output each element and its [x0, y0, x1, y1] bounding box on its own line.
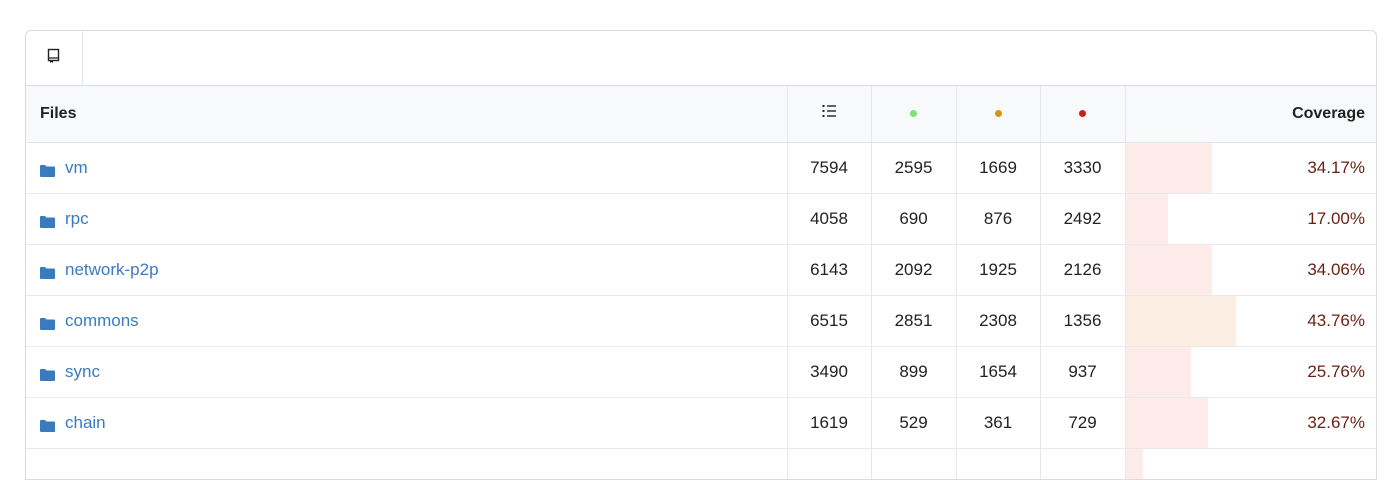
partials-cell [956, 448, 1040, 480]
lines-header[interactable] [787, 86, 871, 142]
toolbar [26, 31, 1376, 86]
coverage-header[interactable]: Coverage [1125, 86, 1377, 142]
lines-cell: 6143 [787, 244, 871, 295]
tree-toggle-icon [47, 48, 61, 69]
table-header-row: Files [26, 86, 1377, 142]
file-link[interactable]: rpc [65, 209, 89, 229]
coverage-panel: Files [25, 30, 1377, 480]
lines-cell: 1619 [787, 397, 871, 448]
coverage-value: 25.76% [1307, 362, 1365, 381]
lines-cell: 3490 [787, 346, 871, 397]
misses-cell: 2492 [1040, 193, 1125, 244]
coverage-table: Files [26, 86, 1377, 480]
folder-icon [40, 366, 55, 378]
file-link[interactable]: commons [65, 311, 139, 331]
hits-cell: 529 [871, 397, 956, 448]
file-name-cell: network-p2p [26, 244, 787, 295]
coverage-bar [1126, 398, 1208, 448]
coverage-value: 17.00% [1307, 209, 1365, 228]
hits-cell: 2851 [871, 295, 956, 346]
file-link[interactable]: network-p2p [65, 260, 159, 280]
coverage-bar [1126, 194, 1169, 244]
coverage-cell: 34.06% [1125, 244, 1377, 295]
coverage-value: 34.06% [1307, 260, 1365, 279]
file-link[interactable]: sync [65, 362, 100, 382]
table-row[interactable] [26, 448, 1377, 480]
file-name-cell: rpc [26, 193, 787, 244]
misses-cell: 3330 [1040, 142, 1125, 193]
coverage-cell: 32.67% [1125, 397, 1377, 448]
misses-cell: 937 [1040, 346, 1125, 397]
table-row[interactable]: sync 3490 899 1654 937 25.76% [26, 346, 1377, 397]
coverage-bar [1126, 245, 1212, 295]
coverage-cell: 17.00% [1125, 193, 1377, 244]
lines-cell [787, 448, 871, 480]
lines-cell: 4058 [787, 193, 871, 244]
coverage-value: 34.17% [1307, 158, 1365, 177]
coverage-cell: 25.76% [1125, 346, 1377, 397]
misses-header[interactable] [1040, 86, 1125, 142]
partials-cell: 1669 [956, 142, 1040, 193]
coverage-cell [1125, 448, 1377, 480]
hits-cell: 690 [871, 193, 956, 244]
file-name-cell: vm [26, 142, 787, 193]
table-row[interactable]: vm 7594 2595 1669 3330 34.17% [26, 142, 1377, 193]
partials-header[interactable] [956, 86, 1040, 142]
coverage-value: 43.76% [1307, 311, 1365, 330]
misses-cell: 729 [1040, 397, 1125, 448]
files-header[interactable]: Files [26, 86, 787, 142]
coverage-bar [1126, 143, 1212, 193]
folder-icon [40, 213, 55, 225]
lines-cell: 7594 [787, 142, 871, 193]
coverage-bar [1126, 296, 1236, 346]
tree-toggle-button[interactable] [26, 31, 83, 85]
coverage-bar [1126, 347, 1191, 397]
file-name-cell: sync [26, 346, 787, 397]
file-link[interactable]: vm [65, 158, 88, 178]
table-row[interactable]: network-p2p 6143 2092 1925 2126 34.06% [26, 244, 1377, 295]
partials-cell: 1925 [956, 244, 1040, 295]
covered-dot-icon [910, 110, 917, 117]
table-row[interactable]: commons 6515 2851 2308 1356 43.76% [26, 295, 1377, 346]
file-name-cell [26, 448, 787, 480]
partials-cell: 876 [956, 193, 1040, 244]
partial-dot-icon [995, 110, 1002, 117]
folder-icon [40, 417, 55, 429]
coverage-cell: 34.17% [1125, 142, 1377, 193]
partials-cell: 2308 [956, 295, 1040, 346]
table-row[interactable]: chain 1619 529 361 729 32.67% [26, 397, 1377, 448]
file-link[interactable]: chain [65, 413, 106, 433]
coverage-bar [1126, 449, 1144, 480]
partials-cell: 1654 [956, 346, 1040, 397]
hits-cell: 2092 [871, 244, 956, 295]
misses-cell: 2126 [1040, 244, 1125, 295]
hits-header[interactable] [871, 86, 956, 142]
coverage-cell: 43.76% [1125, 295, 1377, 346]
hits-cell: 899 [871, 346, 956, 397]
list-ordered-icon [822, 106, 836, 123]
partials-cell: 361 [956, 397, 1040, 448]
misses-cell [1040, 448, 1125, 480]
hits-cell: 2595 [871, 142, 956, 193]
hits-cell [871, 448, 956, 480]
lines-cell: 6515 [787, 295, 871, 346]
missed-dot-icon [1079, 110, 1086, 117]
folder-icon [40, 162, 55, 174]
folder-icon [40, 264, 55, 276]
misses-cell: 1356 [1040, 295, 1125, 346]
file-name-cell: commons [26, 295, 787, 346]
file-name-cell: chain [26, 397, 787, 448]
table-row[interactable]: rpc 4058 690 876 2492 17.00% [26, 193, 1377, 244]
coverage-value: 32.67% [1307, 413, 1365, 432]
folder-icon [40, 315, 55, 327]
